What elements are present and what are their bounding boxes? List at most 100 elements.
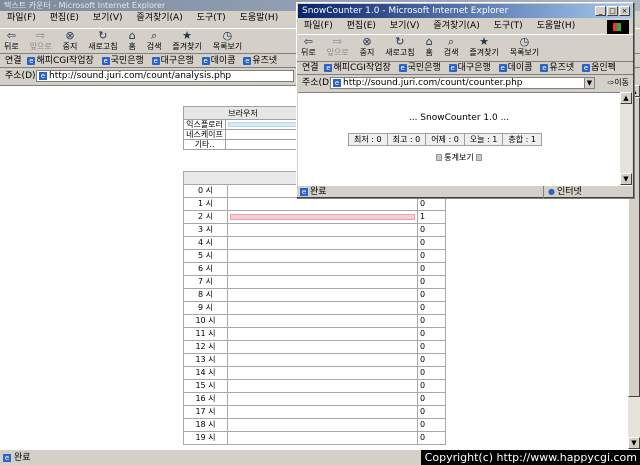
link-usenet[interactable]: 유즈넷: [540, 63, 574, 73]
stat-total: 총합 : 1: [502, 133, 542, 146]
go-button[interactable]: ⇨이동: [608, 76, 629, 90]
menu-tools[interactable]: 도구(T): [197, 13, 226, 23]
internet-zone: 인터넷: [543, 186, 582, 198]
hour-row: 5 시 0: [183, 249, 446, 263]
link-usenet[interactable]: 유즈넷: [243, 56, 277, 66]
browser-label: 네스케이프: [183, 129, 226, 140]
chevron-down-icon[interactable]: ▼: [584, 78, 594, 88]
hour-bar-cell: [227, 366, 418, 380]
forward-arrow-icon: ⇨: [333, 35, 343, 48]
hour-row: 14 시 0: [183, 366, 446, 380]
link-kookmin-bank[interactable]: 국민은행: [399, 63, 441, 73]
link-daegu-bank[interactable]: 대구은행: [449, 63, 491, 73]
hour-bar-cell: [227, 236, 418, 250]
link-kookmin-bank[interactable]: 국민은행: [102, 56, 144, 66]
hour-value: 0: [417, 340, 446, 354]
hour-row: 9 시 0: [183, 301, 446, 315]
menu-favorites[interactable]: 즐겨찾기(A): [433, 21, 479, 31]
address-input[interactable]: http://sound.juri.com/count/analysis.php: [36, 70, 294, 82]
link-dacom[interactable]: 데이콤: [499, 63, 533, 73]
hour-value: 0: [417, 236, 446, 250]
link-daegu-bank[interactable]: 대구은행: [152, 56, 194, 66]
back-arrow-icon: ⇦: [303, 35, 313, 48]
search-button[interactable]: ⌕ 검색: [440, 35, 463, 59]
back-button[interactable]: ⇦ 뒤로: [297, 35, 320, 59]
hour-rows: 0 시01 시02 시13 시04 시05 시06 시07 시08 시09 시0…: [183, 184, 446, 445]
menu-tools[interactable]: 도구(T): [494, 21, 523, 31]
hour-row: 2 시 1: [183, 210, 446, 224]
hour-label: 6 시: [183, 262, 228, 276]
hour-value: 0: [417, 288, 446, 302]
refresh-icon: ↻: [98, 29, 108, 42]
link-extra[interactable]: 옵인펙: [582, 63, 616, 73]
menu-edit[interactable]: 편집(E): [347, 21, 376, 31]
hour-value: 0: [417, 405, 446, 419]
close-icon[interactable]: ×: [619, 6, 630, 16]
minimize-icon[interactable]: _: [595, 6, 606, 16]
hour-row: 4 시 0: [183, 236, 446, 250]
back-button[interactable]: ⇦ 뒤로: [0, 29, 23, 53]
hour-label: 7 시: [183, 275, 228, 289]
hour-value: 0: [417, 249, 446, 263]
links-label: 연결: [5, 56, 22, 66]
link-happycgi[interactable]: 해피CGI작업장: [27, 56, 93, 66]
scroll-down-icon[interactable]: ▼: [628, 437, 640, 449]
hour-label: 15 시: [183, 379, 228, 393]
scroll-up-icon[interactable]: ▲: [620, 92, 632, 104]
menu-file[interactable]: 파일(F): [304, 21, 333, 31]
stop-button[interactable]: ⊗ 중지: [356, 35, 379, 59]
address-label: 주소(D): [302, 78, 333, 88]
hour-bar: [230, 214, 415, 220]
refresh-button[interactable]: ↻ 새로고침: [84, 29, 121, 53]
address-input[interactable]: http://sound.juri.com/count/counter.php …: [330, 77, 595, 89]
hour-bar-cell: [227, 340, 418, 354]
hour-bar-cell: [227, 418, 418, 432]
menu-file[interactable]: 파일(F): [7, 13, 36, 23]
hour-value: 0: [417, 431, 446, 445]
menu-view[interactable]: 보기(V): [390, 21, 420, 31]
menu-help[interactable]: 도움말(H): [240, 13, 279, 23]
hour-bar-cell: [227, 301, 418, 315]
hour-value: 0: [417, 223, 446, 237]
hour-row: 15 시 0: [183, 379, 446, 393]
menu-favorites[interactable]: 즐겨찾기(A): [136, 13, 182, 23]
favorites-button[interactable]: ★ 즐겨찾기: [168, 29, 205, 53]
hour-bar-cell: [227, 405, 418, 419]
scroll-down-icon[interactable]: ▼: [620, 173, 632, 185]
menu-help[interactable]: 도움말(H): [537, 21, 576, 31]
search-button[interactable]: ⌕ 검색: [143, 29, 166, 53]
refresh-button[interactable]: ↻ 새로고침: [381, 35, 418, 59]
stop-icon: ⊗: [65, 29, 75, 42]
view-stats-link[interactable]: 통계보기: [298, 152, 620, 163]
hour-bar-cell: [227, 327, 418, 341]
stop-button[interactable]: ⊗ 중지: [59, 29, 82, 53]
hour-row: 19 시 0: [183, 431, 446, 445]
maximize-icon[interactable]: □: [607, 6, 618, 16]
forward-button[interactable]: ⇨ 앞으로: [323, 35, 353, 59]
forward-button[interactable]: ⇨ 앞으로: [26, 29, 56, 53]
hour-label: 14 시: [183, 366, 228, 380]
browser-bar: [228, 122, 300, 127]
page-done-icon: e: [300, 188, 308, 196]
history-button[interactable]: ◷ 목록보기: [506, 35, 543, 59]
link-happycgi[interactable]: 해피CGI작업장: [324, 63, 390, 73]
menu-edit[interactable]: 편집(E): [50, 13, 79, 23]
favorites-button[interactable]: ★ 즐겨찾기: [465, 35, 502, 59]
browser-table: 브라우저 익스플로러 네스케이프 기타..: [183, 106, 303, 150]
hour-label: 1 시: [183, 197, 228, 211]
hour-row: 11 시 0: [183, 327, 446, 341]
hour-bar-cell: [227, 392, 418, 406]
menu-view[interactable]: 보기(V): [93, 13, 123, 23]
hourly-stats-table: 시간대 0 시01 시02 시13 시04 시05 시06 시07 시08 시0…: [183, 171, 446, 445]
hour-label: 8 시: [183, 288, 228, 302]
popup-scrollbar[interactable]: ▲ ▼: [620, 92, 632, 185]
home-button[interactable]: ⌂ 홈: [422, 35, 437, 59]
link-dacom[interactable]: 데이콤: [202, 56, 236, 66]
home-button[interactable]: ⌂ 홈: [125, 29, 140, 53]
links-label: 연결: [302, 63, 319, 73]
history-button[interactable]: ◷ 목록보기: [209, 29, 246, 53]
status-text: 완료: [14, 453, 31, 463]
home-icon: ⌂: [425, 35, 433, 48]
browser-bar-cell: [225, 129, 303, 140]
browser-label: 기타..: [183, 139, 226, 150]
